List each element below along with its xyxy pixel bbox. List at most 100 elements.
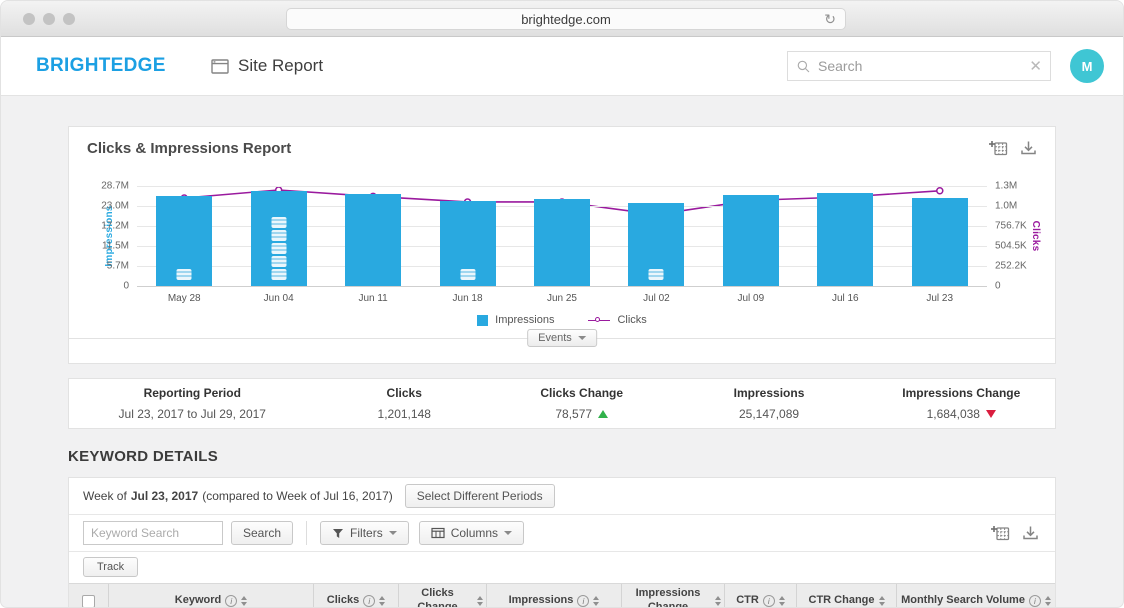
left-axis-tick: 11.5M: [102, 241, 137, 252]
sort-icon[interactable]: [1045, 596, 1051, 606]
download-icon[interactable]: [1022, 525, 1039, 542]
column-header-ctr-change[interactable]: CTR Change: [797, 584, 897, 608]
impressions-bar-jul-09[interactable]: [723, 195, 779, 286]
impressions-bar-jul-16[interactable]: [817, 193, 873, 287]
column-label: Impressions Change: [625, 587, 711, 608]
x-axis-label: Jul 16: [798, 293, 892, 304]
event-note-icon[interactable]: [271, 269, 286, 280]
events-button-label: Events: [538, 332, 572, 344]
gridline: [137, 186, 987, 187]
event-note-icon[interactable]: [177, 269, 192, 280]
column-header-ctr[interactable]: CTRi: [725, 584, 797, 608]
column-header-impressions[interactable]: Impressionsi: [487, 584, 622, 608]
legend-clicks[interactable]: Clicks: [588, 314, 646, 326]
impressions-bar-jun-04[interactable]: [251, 191, 307, 287]
impressions-bar-jun-18[interactable]: [440, 201, 496, 286]
search-clear-icon[interactable]: ✕: [1029, 57, 1042, 75]
sort-icon[interactable]: [241, 596, 247, 606]
event-note-icon[interactable]: [271, 230, 286, 241]
window-minimize-button[interactable]: [43, 13, 55, 25]
right-axis-tick: 1.0M: [987, 201, 1017, 212]
column-header-clicks[interactable]: Clicksi: [314, 584, 399, 608]
column-header-clicks-change[interactable]: Clicks Change: [399, 584, 487, 608]
impressions-bar-jun-11[interactable]: [345, 194, 401, 286]
period-row: Week of Jul 23, 2017 (compared to Week o…: [69, 478, 1055, 515]
event-annotations: [177, 269, 192, 280]
x-axis-label: Jun 04: [231, 293, 325, 304]
column-header-impressions-change[interactable]: Impressions Change: [622, 584, 725, 608]
search-input[interactable]: [818, 58, 1029, 74]
column-label: Clicks Change: [402, 587, 473, 608]
chart-plot-area: Impressions Clicks 28.7M1.3M23.0M1.0M17.…: [137, 186, 987, 286]
event-note-icon[interactable]: [271, 256, 286, 267]
add-to-dashboard-icon[interactable]: [989, 140, 1008, 157]
select-all-checkbox[interactable]: [82, 595, 95, 608]
legend-impressions[interactable]: Impressions: [477, 314, 554, 326]
event-note-icon[interactable]: [271, 217, 286, 228]
impressions-bar-jul-02[interactable]: [628, 203, 684, 286]
window-controls: [23, 13, 75, 25]
user-avatar[interactable]: M: [1070, 49, 1104, 83]
select-different-periods-button[interactable]: Select Different Periods: [405, 484, 555, 508]
url-text: brightedge.com: [521, 12, 611, 27]
browser-chrome: brightedge.com ↻: [1, 1, 1123, 37]
summary-value: 1,684,038: [868, 407, 1055, 421]
right-axis-tick: 0: [987, 281, 1001, 292]
legend-label: Impressions: [495, 314, 554, 326]
column-header-monthly-search-volume[interactable]: Monthly Search Volumei: [897, 584, 1055, 608]
address-bar[interactable]: brightedge.com ↻: [286, 8, 846, 30]
event-note-icon[interactable]: [649, 269, 664, 280]
info-icon[interactable]: i: [363, 595, 375, 607]
impressions-bar-jul-23[interactable]: [912, 198, 968, 286]
sort-icon[interactable]: [879, 596, 885, 606]
summary-col-header: Impressions Change: [868, 386, 1055, 400]
impressions-bar-jun-25[interactable]: [534, 199, 590, 287]
legend-label: Clicks: [617, 314, 646, 326]
info-icon[interactable]: i: [1029, 595, 1041, 607]
x-axis-label: Jun 25: [515, 293, 609, 304]
event-note-icon[interactable]: [460, 269, 475, 280]
sort-icon[interactable]: [379, 596, 385, 606]
keyword-search-button[interactable]: Search: [231, 521, 293, 545]
x-axis-label: Jul 02: [609, 293, 703, 304]
select-all-cell: [69, 584, 109, 608]
track-row: Track: [69, 552, 1055, 583]
filters-button-label: Filters: [350, 526, 383, 540]
event-note-icon[interactable]: [271, 243, 286, 254]
summary-col-header: Reporting Period: [69, 386, 316, 400]
sort-icon[interactable]: [779, 596, 785, 606]
info-icon[interactable]: i: [763, 595, 775, 607]
event-annotations: [460, 269, 475, 280]
info-icon[interactable]: i: [577, 595, 589, 607]
info-icon[interactable]: i: [225, 595, 237, 607]
events-dropdown-button[interactable]: Events: [527, 329, 597, 347]
summary-value: Jul 23, 2017 to Jul 29, 2017: [69, 407, 316, 421]
keyword-search-input[interactable]: [83, 521, 223, 545]
chart-legend: Impressions Clicks: [69, 314, 1055, 326]
event-annotations: [649, 269, 664, 280]
app-header: BRIGHTEDGE Site Report ✕ M: [1, 37, 1123, 96]
sort-icon[interactable]: [593, 596, 599, 606]
column-header-keyword[interactable]: Keywordi: [109, 584, 314, 608]
window-close-button[interactable]: [23, 13, 35, 25]
clicks-point-jul-23[interactable]: [937, 188, 943, 194]
summary-col-header: Impressions: [670, 386, 867, 400]
left-axis-tick: 5.7M: [107, 261, 137, 272]
columns-button[interactable]: Columns: [419, 521, 524, 545]
reload-icon[interactable]: ↻: [824, 11, 836, 28]
global-search[interactable]: ✕: [787, 51, 1051, 81]
left-axis-title: Impressions: [104, 205, 115, 266]
trend-down-icon: [986, 410, 996, 418]
sort-icon[interactable]: [715, 596, 721, 606]
track-button[interactable]: Track: [83, 557, 138, 577]
search-icon: [796, 59, 811, 74]
filters-button[interactable]: Filters: [320, 521, 409, 545]
impressions-bar-may-28[interactable]: [156, 196, 212, 286]
clicks-impressions-chart: Impressions Clicks 28.7M1.3M23.0M1.0M17.…: [69, 186, 1055, 326]
add-to-dashboard-icon[interactable]: [991, 525, 1010, 542]
columns-grid-icon: [431, 527, 445, 539]
window-zoom-button[interactable]: [63, 13, 75, 25]
column-label: Impressions: [509, 594, 574, 608]
sort-icon[interactable]: [477, 596, 483, 606]
download-icon[interactable]: [1020, 140, 1037, 157]
